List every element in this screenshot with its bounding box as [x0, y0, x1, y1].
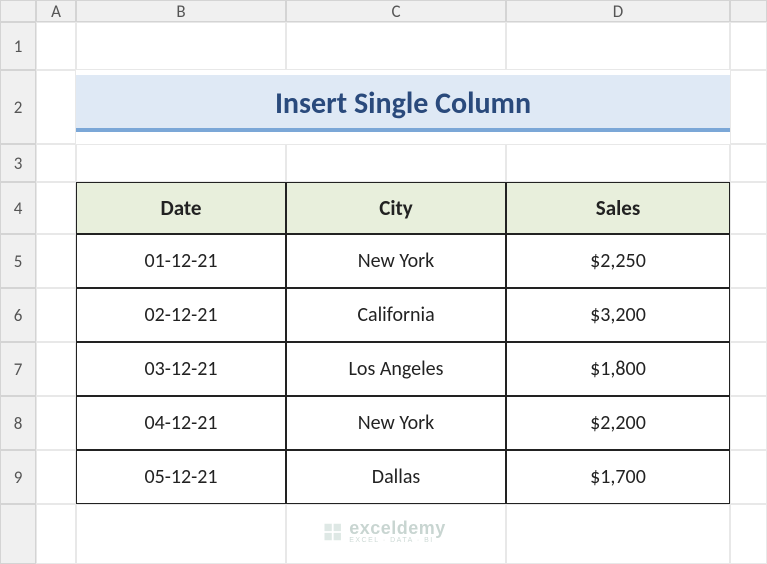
- cell-E9[interactable]: [730, 450, 767, 504]
- cell-B3[interactable]: [76, 144, 286, 182]
- cell-city[interactable]: New York: [286, 234, 506, 288]
- cell-C3[interactable]: [286, 144, 506, 182]
- table-header-city[interactable]: City: [286, 182, 506, 234]
- cell-A5[interactable]: [36, 234, 76, 288]
- cell-A7[interactable]: [36, 342, 76, 396]
- watermark: exceldemy EXCEL · DATA · BI: [321, 519, 446, 544]
- row-header-1[interactable]: 1: [0, 22, 36, 70]
- cell-E8[interactable]: [730, 396, 767, 450]
- col-header-D[interactable]: D: [506, 0, 730, 22]
- row-header-6[interactable]: 6: [0, 288, 36, 342]
- cell-date[interactable]: 01-12-21: [76, 234, 286, 288]
- cell-B1[interactable]: [76, 22, 286, 70]
- cell-E7[interactable]: [730, 342, 767, 396]
- col-header-B[interactable]: B: [76, 0, 286, 22]
- row-header-5[interactable]: 5: [0, 234, 36, 288]
- select-all-corner[interactable]: [0, 0, 36, 22]
- cell-E1[interactable]: [730, 22, 767, 70]
- cell-A3[interactable]: [36, 144, 76, 182]
- title-banner: Insert Single Column: [76, 75, 730, 132]
- table-header-date[interactable]: Date: [76, 182, 286, 234]
- cell-city[interactable]: Los Angeles: [286, 342, 506, 396]
- cell-D3[interactable]: [506, 144, 730, 182]
- cell-D1[interactable]: [506, 22, 730, 70]
- logo-icon: [321, 521, 343, 543]
- cell-city[interactable]: California: [286, 288, 506, 342]
- cell-E4[interactable]: [730, 182, 767, 234]
- cell-date[interactable]: 02-12-21: [76, 288, 286, 342]
- cell-A6[interactable]: [36, 288, 76, 342]
- cell-sales[interactable]: $1,700: [506, 450, 730, 504]
- row-header-8[interactable]: 8: [0, 396, 36, 450]
- row-header-2[interactable]: 2: [0, 70, 36, 144]
- col-header-next[interactable]: [730, 0, 767, 22]
- cell-sales[interactable]: $2,250: [506, 234, 730, 288]
- spreadsheet-grid: A B C D 1 2 3 4 5 6 7 8 9 Insert Single …: [0, 0, 767, 564]
- col-header-C[interactable]: C: [286, 0, 506, 22]
- cell-city[interactable]: New York: [286, 396, 506, 450]
- cell-sales[interactable]: $3,200: [506, 288, 730, 342]
- row-header-7[interactable]: 7: [0, 342, 36, 396]
- cell-date[interactable]: 04-12-21: [76, 396, 286, 450]
- table-header-sales[interactable]: Sales: [506, 182, 730, 234]
- watermark-main: exceldemy: [349, 519, 446, 537]
- cell-E3[interactable]: [730, 144, 767, 182]
- cell-date[interactable]: 03-12-21: [76, 342, 286, 396]
- cell-A2[interactable]: [36, 70, 76, 144]
- cell-sales[interactable]: $2,200: [506, 396, 730, 450]
- cell-B10[interactable]: [76, 504, 286, 564]
- cell-A1[interactable]: [36, 22, 76, 70]
- row-header-next[interactable]: [0, 504, 36, 564]
- row-header-3[interactable]: 3: [0, 144, 36, 182]
- cell-date[interactable]: 05-12-21: [76, 450, 286, 504]
- row-header-9[interactable]: 9: [0, 450, 36, 504]
- cell-D10[interactable]: [506, 504, 730, 564]
- page-title: Insert Single Column: [275, 85, 531, 122]
- cell-E6[interactable]: [730, 288, 767, 342]
- cell-A9[interactable]: [36, 450, 76, 504]
- cell-A10[interactable]: [36, 504, 76, 564]
- row-header-4[interactable]: 4: [0, 182, 36, 234]
- cell-city[interactable]: Dallas: [286, 450, 506, 504]
- cell-sales[interactable]: $1,800: [506, 342, 730, 396]
- cell-E2[interactable]: [730, 70, 767, 144]
- cell-A8[interactable]: [36, 396, 76, 450]
- title-cell[interactable]: Insert Single Column: [76, 70, 730, 144]
- cell-A4[interactable]: [36, 182, 76, 234]
- watermark-sub: EXCEL · DATA · BI: [349, 537, 446, 544]
- cell-E5[interactable]: [730, 234, 767, 288]
- cell-C1[interactable]: [286, 22, 506, 70]
- cell-E10[interactable]: [730, 504, 767, 564]
- col-header-A[interactable]: A: [36, 0, 76, 22]
